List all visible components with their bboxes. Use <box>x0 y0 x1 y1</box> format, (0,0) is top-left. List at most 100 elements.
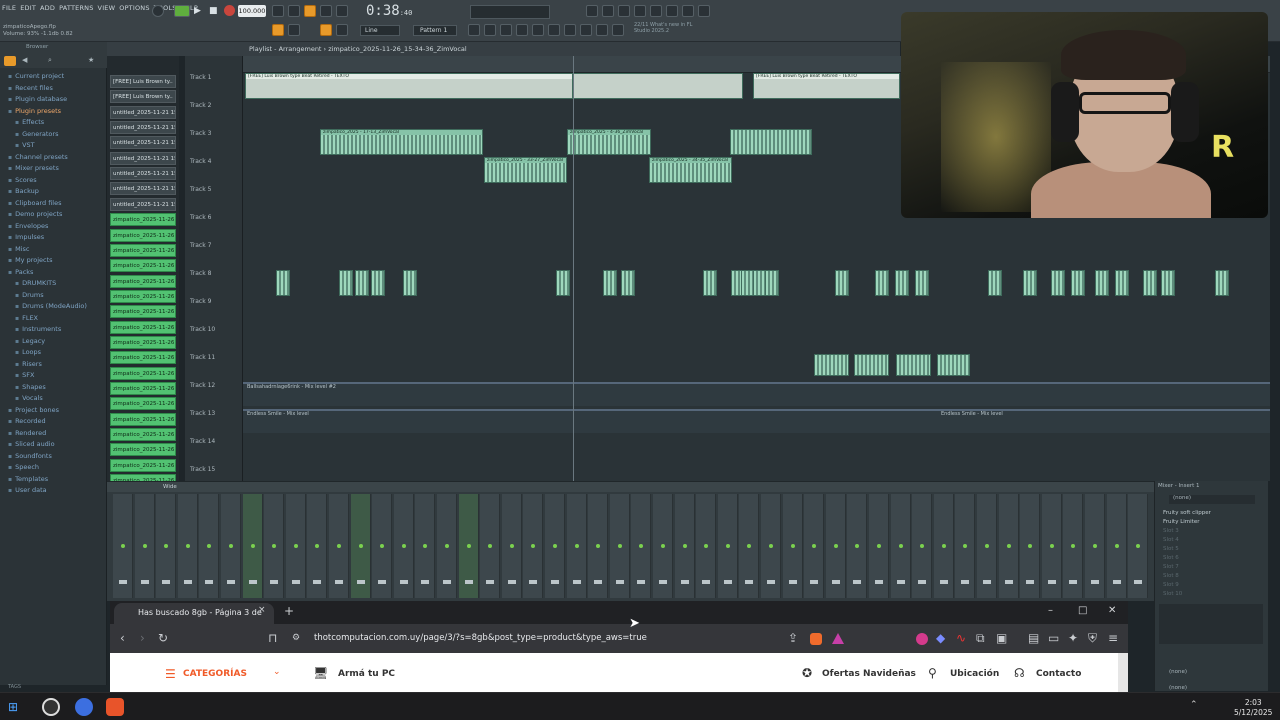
track-header[interactable]: Track 14 <box>190 438 215 445</box>
mixer-strip[interactable] <box>1041 494 1062 598</box>
browser-item[interactable]: Demo projects <box>8 210 62 218</box>
eq-display[interactable] <box>1159 604 1263 644</box>
automation-endless-2[interactable]: Endless Smile - Mix level <box>937 409 1270 433</box>
mixer-strip[interactable] <box>566 494 587 598</box>
share-icon[interactable]: ⇪ <box>788 631 798 645</box>
insert-slot[interactable]: Slot 10 <box>1163 591 1182 597</box>
touch-icon[interactable] <box>580 24 592 36</box>
strip-led-icon[interactable] <box>380 544 385 548</box>
playlist-icon[interactable] <box>468 24 480 36</box>
save-icon[interactable] <box>650 5 662 17</box>
windows-start-icon[interactable]: ⊞ <box>8 700 18 714</box>
mixer-strip[interactable] <box>804 494 825 598</box>
clip-drum[interactable] <box>276 270 290 296</box>
strip-led-icon[interactable] <box>682 544 687 548</box>
channel-item[interactable]: zimpatico_2025-11-26 1.. <box>110 397 176 411</box>
channel-item[interactable]: untitled_2025-11-21 15.. <box>110 197 176 211</box>
strip-led-icon[interactable] <box>725 544 730 548</box>
insert-slot[interactable]: Slot 8 <box>1163 573 1179 579</box>
mixer-strip[interactable] <box>393 494 414 598</box>
strip-fader[interactable] <box>637 580 646 584</box>
browser-item[interactable]: Recorded <box>8 417 46 425</box>
mixer-strip[interactable] <box>242 494 263 598</box>
mixer-view-mode[interactable]: Wide <box>163 484 177 490</box>
strip-led-icon[interactable] <box>1006 544 1011 548</box>
track-header[interactable]: Track 2 <box>190 102 211 109</box>
strip-led-icon[interactable] <box>833 544 838 548</box>
tool-draw-icon[interactable] <box>272 24 284 36</box>
mixer-strip[interactable] <box>437 494 457 598</box>
mixer-strip[interactable] <box>653 494 673 598</box>
browser-item[interactable]: Speech <box>8 463 39 471</box>
track-header[interactable]: Track 11 <box>190 354 215 361</box>
clip-drum[interactable] <box>403 270 417 296</box>
active-tab[interactable]: Has buscado 8gb - Página 3 de <box>114 603 274 624</box>
strip-led-icon[interactable] <box>877 544 881 548</box>
channel-item[interactable]: [FREE] Luis Brown ty.. <box>110 75 176 88</box>
channel-item[interactable]: untitled_2025-11-21 15.. <box>110 182 176 196</box>
brave-shield-icon[interactable] <box>810 633 822 645</box>
clip-drum[interactable] <box>371 270 385 296</box>
mixer-strip[interactable] <box>545 494 565 598</box>
strip-fader[interactable] <box>810 580 819 584</box>
strip-led-icon[interactable] <box>509 544 514 548</box>
strip-fader[interactable] <box>1134 580 1143 584</box>
automation-endless-1[interactable]: Endless Smile - Mix level <box>243 409 937 433</box>
browser-item[interactable]: Instruments <box>15 325 61 333</box>
strip-fader[interactable] <box>183 580 192 584</box>
strip-fader[interactable] <box>875 580 883 584</box>
reload-icon[interactable]: ↻ <box>158 631 168 645</box>
help-icon[interactable] <box>634 5 646 17</box>
strip-led-icon[interactable] <box>920 544 925 548</box>
strip-led-icon[interactable] <box>272 544 277 548</box>
strip-led-icon[interactable] <box>531 544 536 548</box>
clip-drum[interactable] <box>1143 270 1157 296</box>
tray-chevron-icon[interactable]: ⌃ <box>1190 700 1198 710</box>
mixer-strip[interactable] <box>523 494 544 598</box>
strip-fader[interactable] <box>918 580 927 584</box>
browser-item[interactable]: Impulses <box>8 233 44 241</box>
wallet-2-icon[interactable]: ▭ <box>1048 631 1059 645</box>
loop-icon[interactable] <box>288 5 300 17</box>
play-icon[interactable]: ▶ <box>194 6 201 16</box>
strip-led-icon[interactable] <box>596 544 601 548</box>
strip-fader[interactable] <box>831 580 840 584</box>
clip-drum[interactable] <box>1071 270 1085 296</box>
clip-beat-2[interactable] <box>573 73 743 99</box>
clip-vocal-f[interactable] <box>814 354 849 376</box>
insert-output-1[interactable]: (none) <box>1169 669 1187 675</box>
menu-view[interactable]: VIEW <box>98 4 116 12</box>
browser-item[interactable]: Generators <box>15 130 58 138</box>
mixer-strip[interactable] <box>631 494 652 598</box>
url-field[interactable]: thotcomputacion.com.uy/page/3/?s=8gb&pos… <box>314 633 647 643</box>
system-clock[interactable]: 2:03 5/12/2025 <box>1234 698 1272 718</box>
browser-item[interactable]: Recent files <box>8 84 53 92</box>
extensions-icon[interactable]: ⧉ <box>976 631 985 646</box>
clip-beat-1[interactable]: [FREE] Luis Brown type Beat Retired - TE… <box>245 73 573 99</box>
tempo-display[interactable]: 100.000 <box>238 5 266 17</box>
mixer-strip[interactable] <box>696 494 717 598</box>
mixer-strip[interactable] <box>264 494 285 598</box>
strip-led-icon[interactable] <box>164 544 169 548</box>
step-icon[interactable] <box>336 5 348 17</box>
stop-icon[interactable]: ■ <box>209 6 218 16</box>
mixer-strip[interactable] <box>825 494 846 598</box>
strip-fader[interactable] <box>1069 580 1078 584</box>
tab-close-icon[interactable]: × <box>258 605 266 615</box>
ofertas-link[interactable]: Ofertas Navideñas <box>822 669 916 679</box>
menu-edit[interactable]: EDIT <box>20 4 36 12</box>
browser-item[interactable]: My projects <box>8 256 52 264</box>
export-icon[interactable] <box>682 5 694 17</box>
strip-fader[interactable] <box>399 580 408 584</box>
mixer-strip[interactable] <box>674 494 695 598</box>
clip-drum[interactable] <box>1115 270 1129 296</box>
browser-item[interactable]: Mixer presets <box>8 164 59 172</box>
strip-led-icon[interactable] <box>207 544 212 548</box>
strip-led-icon[interactable] <box>1071 544 1076 548</box>
tool-link-icon[interactable] <box>320 24 332 36</box>
page-scrollbar[interactable] <box>1118 653 1128 692</box>
strip-led-icon[interactable] <box>423 544 428 548</box>
browser-item[interactable]: Shapes <box>15 383 46 391</box>
browser-item[interactable]: Scores <box>8 176 37 184</box>
channel-item[interactable]: zimpatico_2025-11-26 1.. <box>110 305 176 319</box>
